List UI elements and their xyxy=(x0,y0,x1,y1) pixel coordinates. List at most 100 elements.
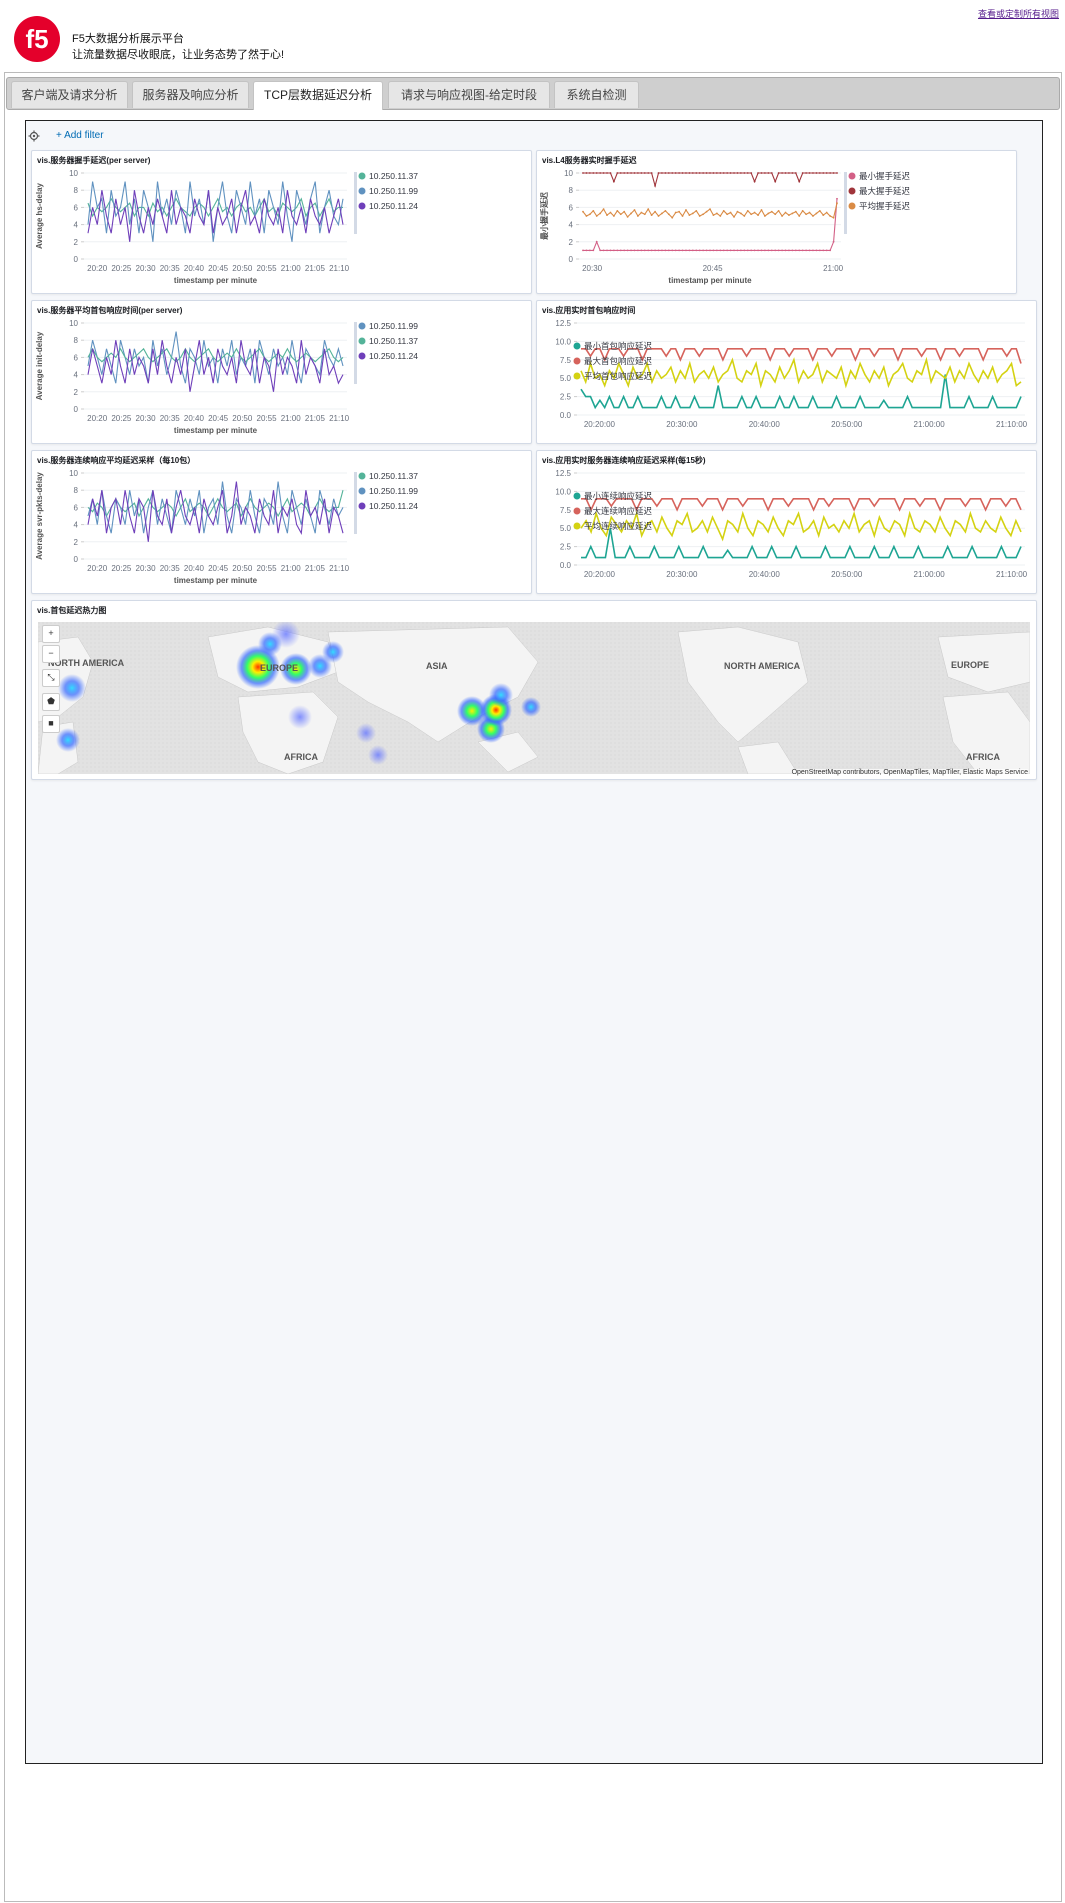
series-point xyxy=(753,249,756,252)
zoom-in-button[interactable]: + xyxy=(42,625,60,643)
series-point xyxy=(815,212,818,215)
y-tick-label: 2.5 xyxy=(560,543,572,552)
legend-marker xyxy=(848,202,856,210)
chart-p1[interactable]: 024681020:20 20:25 20:30 20:35 20:40 20:45 20:… xyxy=(32,151,531,293)
series-point xyxy=(818,209,821,212)
y-axis-label: Average init-delay xyxy=(35,331,44,400)
series-point xyxy=(788,249,790,252)
x-tick-label: 21:10 xyxy=(329,264,350,273)
zoom-out-button[interactable]: − xyxy=(42,645,60,663)
map-label: EUROPE xyxy=(951,660,989,670)
series-point xyxy=(691,249,694,252)
x-tick-label: 21:00 xyxy=(281,264,302,273)
chart-p6[interactable]: 0.0 2.5 5.0 7.5 10.0 12.5 20:20:00 20:30:00 20:4… xyxy=(537,451,1036,593)
x-tick-label: 20:35 xyxy=(160,264,181,273)
tab-self-check[interactable]: 系统自检测 xyxy=(554,81,639,108)
series-point xyxy=(836,172,838,174)
y-tick-label: 10 xyxy=(69,469,78,478)
y-tick-label: 10.0 xyxy=(555,487,571,496)
draw-polygon-button[interactable]: ⬟ xyxy=(42,693,60,711)
series-point xyxy=(616,172,619,174)
series-point xyxy=(681,215,684,217)
legend-label: 最小首包响应延迟 xyxy=(584,341,653,351)
x-tick-label: 21:00:00 xyxy=(914,420,946,429)
chart-p5[interactable]: 024681020:20 20:25 20:30 20:35 20:40 20:45 20:… xyxy=(32,451,531,593)
series-point xyxy=(661,249,663,252)
series-point xyxy=(599,172,602,174)
series-point xyxy=(798,180,801,183)
series-point xyxy=(688,249,691,252)
world-map[interactable]: NORTH AMERICA EUROPE ASIA AFRICA NORTH A… xyxy=(38,622,1030,774)
series-point xyxy=(681,172,684,174)
y-axis-label: Average svr-pkts-delay xyxy=(35,472,44,560)
draw-rectangle-button[interactable]: ■ xyxy=(42,715,60,733)
series-point xyxy=(606,214,608,217)
series-point xyxy=(836,202,838,204)
tab-tcp-delay[interactable]: TCP层数据延迟分析 xyxy=(253,81,383,110)
y-axis-label: Average hs-delay xyxy=(35,182,44,249)
series-point xyxy=(812,172,814,174)
series-point xyxy=(767,172,770,174)
legend-marker xyxy=(848,187,856,195)
x-tick-label: 20:55 xyxy=(257,414,278,423)
chart-p2[interactable]: 0 2 4 6 8 10 20:30 20:45 21:00 timestamp per minu… xyxy=(537,151,1016,293)
series-point xyxy=(582,210,584,213)
series-point xyxy=(825,211,828,214)
x-tick-label: 21:10 xyxy=(329,414,350,423)
chart-p4[interactable]: 0.0 2.5 5.0 7.5 10.0 12.5 20:20:00 20:30:00 20:4… xyxy=(537,301,1036,443)
x-tick-label: 20:50:00 xyxy=(831,570,863,579)
series-point xyxy=(829,215,832,217)
series-point xyxy=(671,249,674,252)
x-tick-label: 20:55 xyxy=(257,264,278,273)
series-point xyxy=(770,172,773,174)
series-point xyxy=(764,249,766,252)
y-tick-label: 2.5 xyxy=(560,393,572,402)
series-point xyxy=(770,249,773,252)
y-tick-label: 12.5 xyxy=(555,469,571,478)
y-tick-label: 10.0 xyxy=(555,337,571,346)
series-point xyxy=(733,172,735,174)
series-point xyxy=(582,172,584,174)
series-point xyxy=(822,214,825,217)
series-point xyxy=(599,249,602,252)
chart-p3[interactable]: 024681020:20 20:25 20:30 20:35 20:40 20:45 20:… xyxy=(32,301,531,443)
series-point xyxy=(767,212,770,215)
series-point xyxy=(657,215,660,217)
series-point xyxy=(664,249,667,252)
legend-marker xyxy=(358,322,366,330)
x-tick-label: 20:50 xyxy=(232,264,253,273)
x-axis-label: timestamp per minute xyxy=(174,576,258,585)
series-point xyxy=(705,172,708,174)
fit-bounds-button[interactable]: ⤡ xyxy=(42,669,60,687)
series-point xyxy=(671,172,674,174)
gear-icon[interactable] xyxy=(28,130,40,142)
tab-client-request[interactable]: 客户端及请求分析 xyxy=(11,81,128,108)
legend-scrollbar xyxy=(354,322,357,384)
series-point xyxy=(623,249,626,252)
series-point xyxy=(805,213,808,216)
app-title: F5大数据分析展示平台 xyxy=(72,33,184,45)
series-point xyxy=(647,172,650,174)
tab-server-response[interactable]: 服务器及响应分析 xyxy=(132,81,249,108)
series-point xyxy=(602,208,605,211)
y-tick-label: 6 xyxy=(74,203,79,212)
tab-request-response-period[interactable]: 请求与响应视图-给定时段 xyxy=(388,81,550,108)
series-point xyxy=(630,172,632,174)
series-point xyxy=(654,210,656,213)
series-point xyxy=(633,249,636,252)
x-tick-label: 20:40 xyxy=(184,414,205,423)
map-label: AFRICA xyxy=(966,752,1000,762)
view-all-dashboards-link[interactable]: 查看或定制所有视图 xyxy=(978,7,1059,20)
series-point xyxy=(760,209,763,211)
x-tick-label: 20:30:00 xyxy=(666,420,698,429)
series-line xyxy=(87,340,344,392)
x-tick-label: 21:10:00 xyxy=(996,570,1028,579)
series-point xyxy=(643,172,646,174)
series-line xyxy=(581,528,1022,559)
legend-label: 平均连续响应延迟 xyxy=(584,521,653,531)
series-point xyxy=(753,180,756,183)
legend-label: 最大连续响应延迟 xyxy=(584,506,653,516)
y-tick-label: 7.5 xyxy=(560,356,572,365)
x-tick-label: 21:00 xyxy=(281,564,302,573)
add-filter-button[interactable]: + Add filter xyxy=(56,130,104,141)
